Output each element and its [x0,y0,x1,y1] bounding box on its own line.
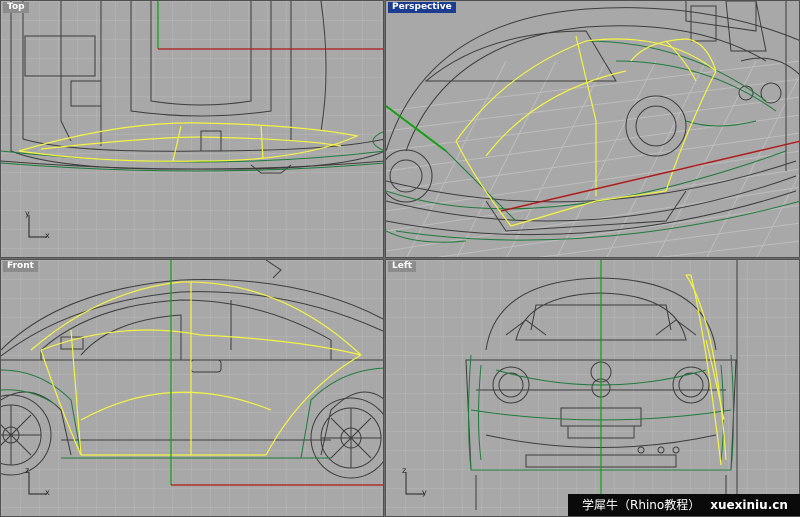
axis-z-label: z [25,466,30,475]
viewport-label-left[interactable]: Left [388,261,417,272]
watermark-banner: 学犀牛（Rhino教程） xuexiniu.cn [568,494,800,516]
watermark-text: 学犀牛（Rhino教程） [582,498,701,512]
viewport-perspective[interactable]: Perspective [385,0,800,258]
viewport-front[interactable]: Front z x [0,259,384,517]
axis-icon-front: z x [25,466,55,504]
axis-y-label: y [25,209,30,218]
left-view-canvas [386,260,799,516]
watermark-site: xuexiniu.cn [710,498,788,512]
viewport-top[interactable]: Top y x [0,0,384,258]
axis-y-label: y [422,488,427,497]
axis-icon-top: y x [25,209,55,247]
viewport-label-front[interactable]: Front [3,261,38,272]
perspective-view-canvas [386,1,799,257]
axis-icon-left: z y [402,466,432,504]
viewport-label-perspective[interactable]: Perspective [388,2,456,13]
axis-x-label: x [45,231,50,240]
viewport-left[interactable]: Left z y [385,259,800,517]
front-view-canvas [1,260,383,516]
viewport-label-top[interactable]: Top [3,2,29,13]
axis-x-label: x [45,488,50,497]
axis-z-label: z [402,466,407,475]
top-view-canvas [1,1,383,257]
